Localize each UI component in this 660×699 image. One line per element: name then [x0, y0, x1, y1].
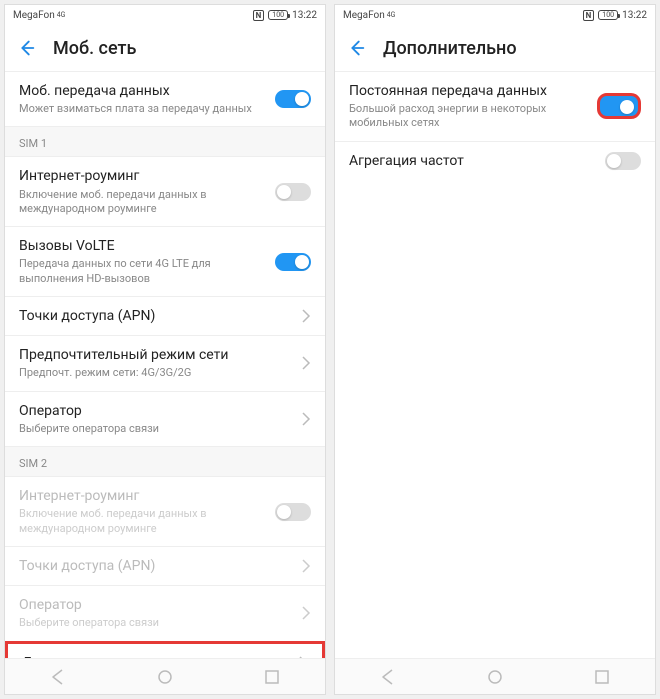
- chevron-right-icon: [301, 606, 311, 620]
- chevron-right-icon: [301, 356, 311, 370]
- nfc-icon: N: [583, 10, 595, 21]
- page-title: Моб. сеть: [53, 38, 136, 59]
- row-subtitle: Выберите оператора связи: [19, 616, 291, 630]
- row-operator-sim1[interactable]: Оператор Выберите оператора связи: [5, 391, 325, 446]
- row-operator-sim2: Оператор Выберите оператора связи: [5, 585, 325, 640]
- row-roaming-sim2: Интернет-роуминг Включение моб. передачи…: [5, 476, 325, 546]
- page-title: Дополнительно: [383, 38, 517, 59]
- row-title: Агрегация частот: [349, 152, 595, 170]
- carrier-label: MegaFon: [13, 10, 55, 21]
- status-bar: MegaFon4G N 100 13:22: [335, 5, 655, 25]
- row-subtitle: Выберите оператора связи: [19, 422, 291, 436]
- nav-back-icon[interactable]: [379, 668, 397, 686]
- row-title: Интернет-роуминг: [19, 167, 265, 185]
- toggle-mobile-data[interactable]: [275, 90, 311, 108]
- row-advanced[interactable]: Дополнительно: [5, 641, 325, 658]
- battery-icon: 100: [598, 10, 618, 20]
- chevron-right-icon: [301, 412, 311, 426]
- row-volte[interactable]: Вызовы VoLTE Передача данных по сети 4G …: [5, 226, 325, 296]
- signal-indicator: 4G: [387, 11, 396, 19]
- row-title: Моб. передача данных: [19, 82, 265, 100]
- clock: 13:22: [622, 10, 647, 21]
- row-subtitle: Включение моб. передачи данных в междуна…: [19, 188, 265, 217]
- row-subtitle: Может взиматься плата за передачу данных: [19, 102, 265, 116]
- toggle-roaming-sim1[interactable]: [275, 183, 311, 201]
- settings-list: Моб. передача данных Может взиматься пла…: [5, 71, 325, 658]
- row-subtitle: Включение моб. передачи данных в междуна…: [19, 507, 265, 536]
- nav-recent-icon[interactable]: [593, 668, 611, 686]
- nav-bar: [5, 658, 325, 694]
- row-title: Точки доступа (APN): [19, 557, 291, 575]
- row-title: Оператор: [19, 596, 291, 614]
- nav-bar: [335, 658, 655, 694]
- row-title: Постоянная передача данных: [349, 82, 587, 100]
- row-always-on-data[interactable]: Постоянная передача данных Большой расхо…: [335, 71, 655, 141]
- row-network-mode[interactable]: Предпочтительный режим сети Предпочт. ре…: [5, 335, 325, 390]
- back-icon[interactable]: [345, 37, 367, 59]
- phone-right: MegaFon4G N 100 13:22 Дополнительно Пост…: [334, 4, 656, 695]
- row-title: Оператор: [19, 402, 291, 420]
- chevron-right-icon: [301, 559, 311, 573]
- nav-home-icon[interactable]: [156, 668, 174, 686]
- row-carrier-aggregation[interactable]: Агрегация частот: [335, 141, 655, 180]
- nfc-icon: N: [253, 10, 265, 21]
- nav-recent-icon[interactable]: [263, 668, 281, 686]
- row-subtitle: Большой расход энергии в некоторых мобил…: [349, 102, 587, 131]
- toggle-carrier-aggregation[interactable]: [605, 152, 641, 170]
- nav-back-icon[interactable]: [49, 668, 67, 686]
- toggle-volte[interactable]: [275, 253, 311, 271]
- signal-indicator: 4G: [57, 11, 66, 19]
- toggle-always-on-data[interactable]: [597, 93, 641, 119]
- row-subtitle: Предпочт. режим сети: 4G/3G/2G: [19, 366, 291, 380]
- row-apn-sim2: Точки доступа (APN): [5, 546, 325, 585]
- row-title: Предпочтительный режим сети: [19, 346, 291, 364]
- section-sim2: SIM 2: [5, 446, 325, 476]
- row-title: Интернет-роуминг: [19, 487, 265, 505]
- carrier-label: MegaFon: [343, 10, 385, 21]
- row-roaming-sim1[interactable]: Интернет-роуминг Включение моб. передачи…: [5, 156, 325, 226]
- app-bar: Дополнительно: [335, 25, 655, 71]
- section-sim1: SIM 1: [5, 126, 325, 156]
- nav-home-icon[interactable]: [486, 668, 504, 686]
- battery-icon: 100: [268, 10, 288, 20]
- status-bar: MegaFon4G N 100 13:22: [5, 5, 325, 25]
- row-title: Точки доступа (APN): [19, 307, 291, 325]
- back-icon[interactable]: [15, 37, 37, 59]
- row-apn-sim1[interactable]: Точки доступа (APN): [5, 296, 325, 335]
- app-bar: Моб. сеть: [5, 25, 325, 71]
- row-mobile-data[interactable]: Моб. передача данных Может взиматься пла…: [5, 71, 325, 126]
- phone-left: MegaFon4G N 100 13:22 Моб. сеть Моб. пер…: [4, 4, 326, 695]
- row-subtitle: Передача данных по сети 4G LTE для выпол…: [19, 257, 265, 286]
- toggle-roaming-sim2: [275, 503, 311, 521]
- row-title: Вызовы VoLTE: [19, 237, 265, 255]
- chevron-right-icon: [301, 309, 311, 323]
- clock: 13:22: [292, 10, 317, 21]
- settings-list: Постоянная передача данных Большой расхо…: [335, 71, 655, 658]
